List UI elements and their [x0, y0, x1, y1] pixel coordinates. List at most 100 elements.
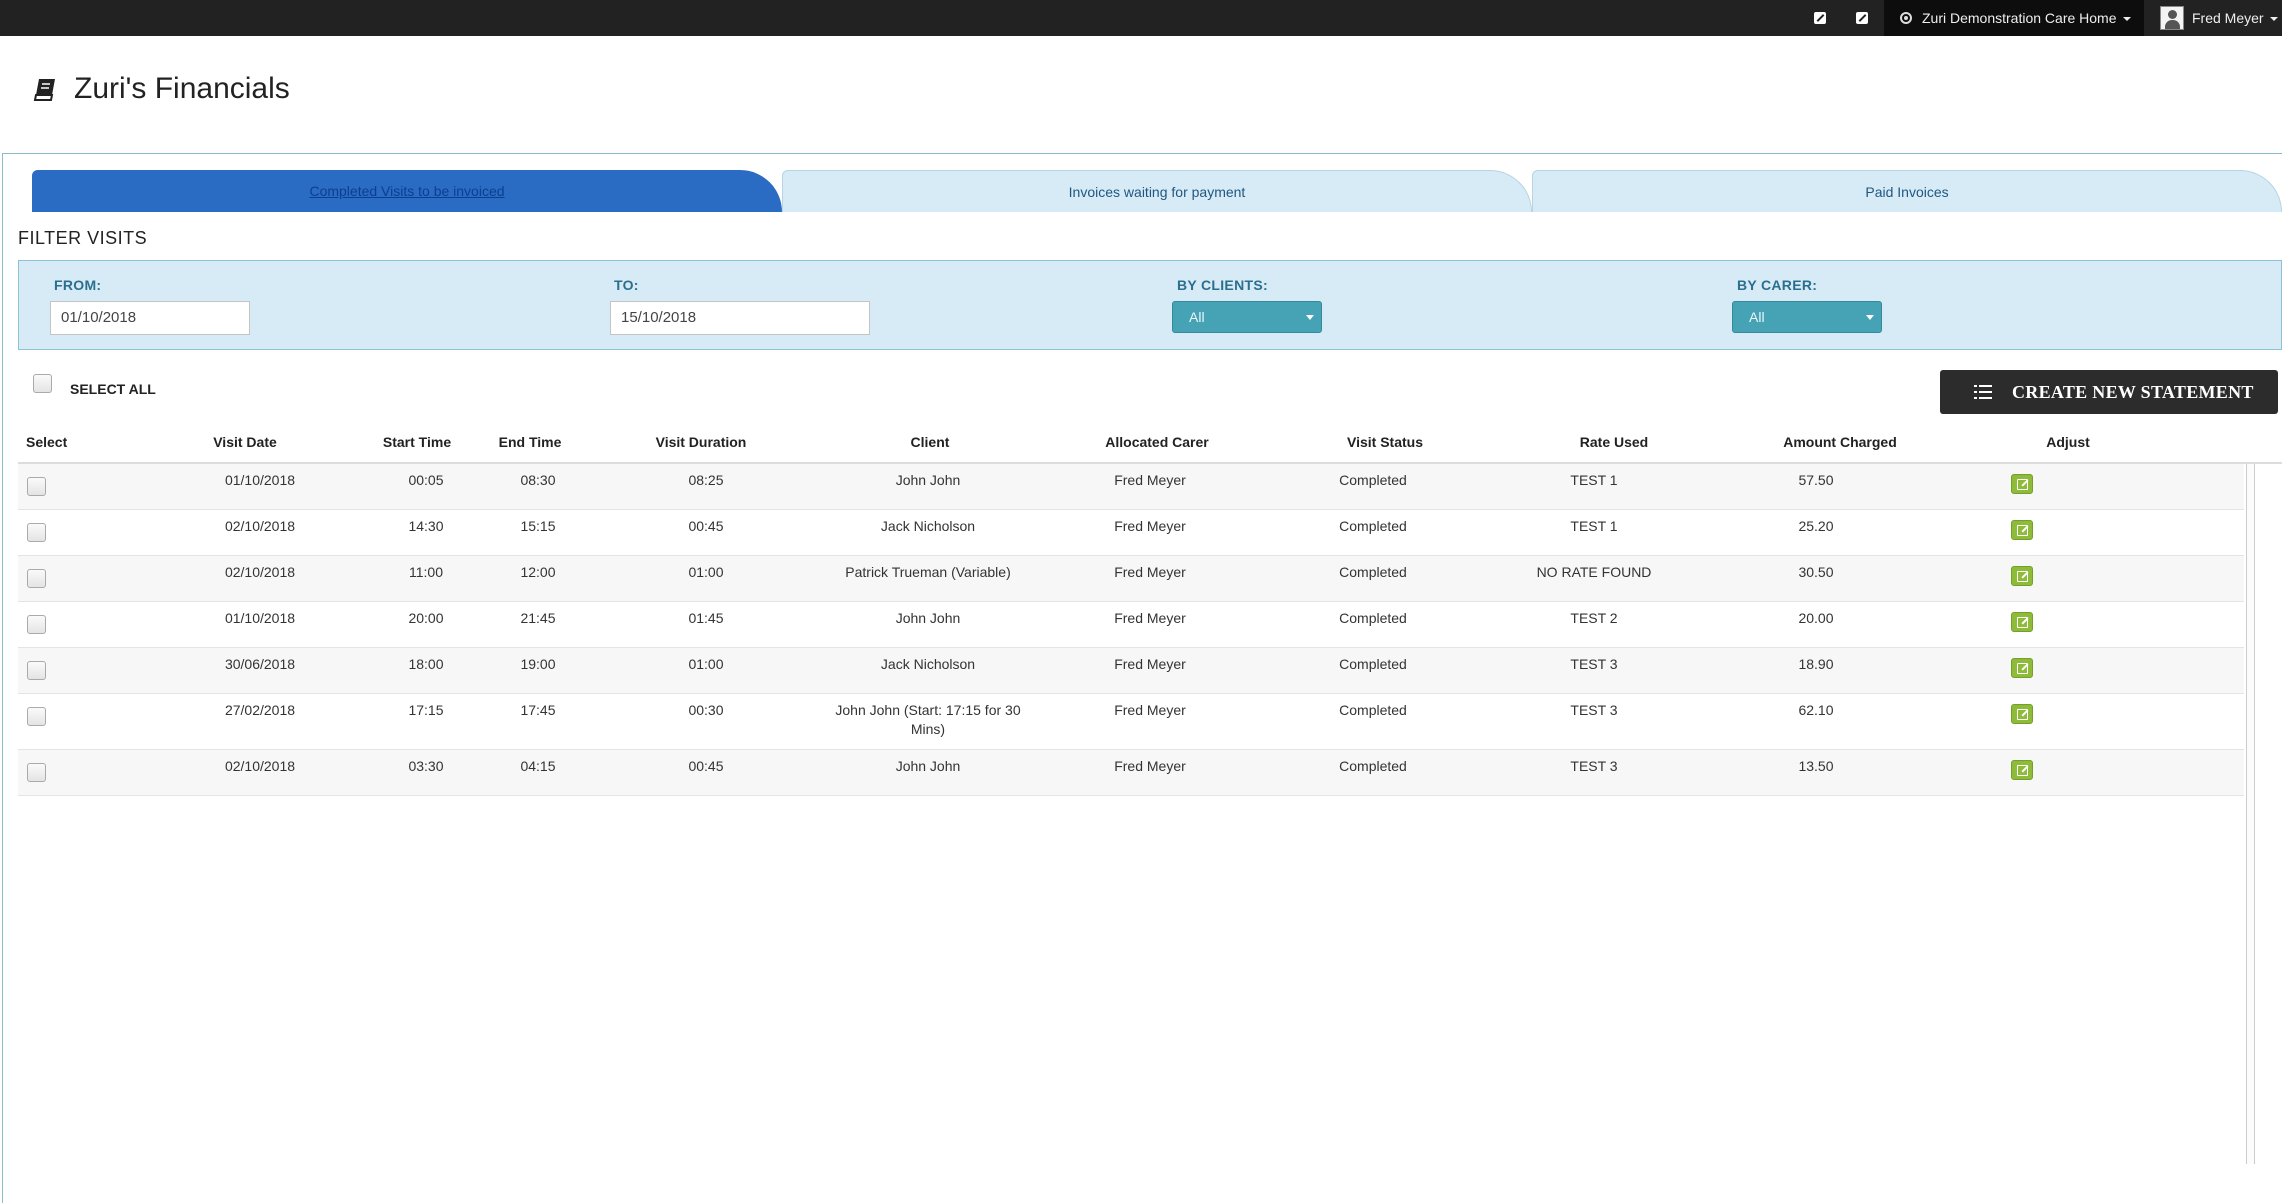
- adjust-edit-icon[interactable]: [2011, 474, 2033, 494]
- caret-down-icon: [2122, 17, 2131, 22]
- column-header-allocated-carer: Allocated Carer: [1105, 434, 1209, 450]
- page-title: Zuri's Financials: [74, 72, 290, 105]
- cell-end-time: 21:45: [520, 610, 556, 626]
- column-header-rate-used: Rate Used: [1579, 434, 1649, 450]
- table-row: 01/10/2018 20:00 21:45 01:45 John John Fred M…: [18, 602, 2244, 648]
- row-select-checkbox[interactable]: [27, 523, 46, 542]
- cell-allocated-carer: Fred Meyer: [1114, 758, 1186, 774]
- cell-visit-date: 02/10/2018: [224, 758, 296, 774]
- cell-visit-date: 27/02/2018: [224, 702, 296, 718]
- column-header-client: Client: [910, 434, 950, 450]
- adjust-edit-icon[interactable]: [2011, 704, 2033, 724]
- table-row: 27/02/2018 17:15 17:45 00:30 John John (Star…: [18, 694, 2244, 750]
- adjust-edit-icon[interactable]: [2011, 520, 2033, 540]
- cell-client: John John (Start: 17:15 for 30 Mins): [835, 702, 1021, 737]
- cell-rate-used: TEST 1: [1570, 472, 1618, 488]
- row-select-checkbox[interactable]: [27, 707, 46, 726]
- cell-amount-charged: 13.50: [1798, 758, 1834, 774]
- carer-select-value: All: [1749, 309, 1765, 325]
- user-name: Fred Meyer: [2192, 10, 2264, 26]
- cell-allocated-carer: Fred Meyer: [1114, 472, 1186, 488]
- cell-start-time: 14:30: [408, 518, 444, 534]
- cell-visit-status: Completed: [1339, 564, 1407, 580]
- cell-visit-duration: 01:45: [688, 610, 724, 626]
- carer-label: BY CARER:: [1737, 277, 1818, 293]
- cell-rate-used: TEST 3: [1570, 758, 1618, 774]
- column-header-visit-duration: Visit Duration: [655, 434, 747, 450]
- tab-paid-invoices[interactable]: Paid Invoices: [1532, 170, 2282, 212]
- column-header-adjust: Adjust: [2046, 434, 2090, 450]
- create-new-statement-button[interactable]: CREATE NEW STATEMENT: [1940, 370, 2278, 414]
- tab-invoices-waiting[interactable]: Invoices waiting for payment: [782, 170, 1532, 212]
- to-label: TO:: [614, 277, 639, 293]
- create-new-statement-label: CREATE NEW STATEMENT: [2012, 382, 2254, 402]
- cell-amount-charged: 20.00: [1798, 610, 1834, 626]
- cell-visit-duration: 00:45: [688, 518, 724, 534]
- table-row: 01/10/2018 00:05 08:30 08:25 John John Fred M…: [18, 464, 2244, 510]
- cell-start-time: 18:00: [408, 656, 444, 672]
- adjust-edit-icon[interactable]: [2011, 760, 2033, 780]
- adjust-edit-icon[interactable]: [2011, 612, 2033, 632]
- care-home-label: Zuri Demonstration Care Home: [1922, 10, 2117, 26]
- edit-icon[interactable]: [1811, 9, 1829, 27]
- clients-select[interactable]: All: [1172, 301, 1322, 333]
- carer-select[interactable]: All: [1732, 301, 1882, 333]
- cell-end-time: 08:30: [520, 472, 556, 488]
- cell-client: Jack Nicholson: [880, 656, 976, 672]
- cell-start-time: 00:05: [408, 472, 444, 488]
- tab-completed-visits[interactable]: Completed Visits to be invoiced: [32, 170, 782, 212]
- to-date-input[interactable]: 15/10/2018: [610, 301, 870, 335]
- column-header-amount-charged: Amount Charged: [1783, 434, 1897, 450]
- cell-rate-used: TEST 1: [1570, 518, 1618, 534]
- avatar: [2160, 6, 2184, 30]
- from-date-input[interactable]: 01/10/2018: [50, 301, 250, 335]
- cell-end-time: 04:15: [520, 758, 556, 774]
- caret-down-icon: [2269, 17, 2278, 22]
- cell-visit-date: 01/10/2018: [224, 472, 296, 488]
- filter-box: FROM: 01/10/2018 TO: 15/10/2018 BY CLIEN…: [18, 260, 2282, 350]
- cell-allocated-carer: Fred Meyer: [1114, 518, 1186, 534]
- cell-visit-status: Completed: [1339, 518, 1407, 534]
- cell-rate-used: TEST 3: [1570, 702, 1618, 718]
- vertical-scrollbar[interactable]: [2246, 464, 2255, 1164]
- select-all-label: SELECT ALL: [70, 381, 156, 397]
- row-select-checkbox[interactable]: [27, 477, 46, 496]
- row-select-checkbox[interactable]: [27, 569, 46, 588]
- cell-visit-date: 02/10/2018: [224, 518, 296, 534]
- cell-client: Jack Nicholson: [880, 518, 976, 534]
- cell-end-time: 12:00: [520, 564, 556, 580]
- cell-visit-duration: 01:00: [688, 564, 724, 580]
- select-all-checkbox[interactable]: [33, 374, 52, 393]
- cell-allocated-carer: Fred Meyer: [1114, 564, 1186, 580]
- cell-start-time: 17:15: [408, 702, 444, 718]
- cell-visit-duration: 08:25: [688, 472, 724, 488]
- cell-visit-status: Completed: [1339, 758, 1407, 774]
- cell-rate-used: NO RATE FOUND: [1536, 564, 1652, 580]
- table-row: 02/10/2018 14:30 15:15 00:45 Jack Nicholson F…: [18, 510, 2244, 556]
- cell-client: John John: [895, 758, 961, 774]
- cell-allocated-carer: Fred Meyer: [1114, 656, 1186, 672]
- cell-amount-charged: 62.10: [1798, 702, 1834, 718]
- cell-client: John John: [895, 610, 961, 626]
- row-select-checkbox[interactable]: [27, 661, 46, 680]
- cell-visit-duration: 01:00: [688, 656, 724, 672]
- cell-start-time: 03:30: [408, 758, 444, 774]
- cell-visit-status: Completed: [1339, 472, 1407, 488]
- caret-down-icon: [1866, 315, 1874, 320]
- cell-amount-charged: 18.90: [1798, 656, 1834, 672]
- edit-icon[interactable]: [1853, 9, 1871, 27]
- row-select-checkbox[interactable]: [27, 615, 46, 634]
- adjust-edit-icon[interactable]: [2011, 566, 2033, 586]
- cell-allocated-carer: Fred Meyer: [1114, 702, 1186, 718]
- cell-rate-used: TEST 2: [1570, 610, 1618, 626]
- care-home-dropdown[interactable]: Zuri Demonstration Care Home: [1884, 0, 2144, 36]
- cell-allocated-carer: Fred Meyer: [1114, 610, 1186, 626]
- from-label: FROM:: [54, 277, 102, 293]
- cell-start-time: 20:00: [408, 610, 444, 626]
- cell-visit-duration: 00:45: [688, 758, 724, 774]
- column-header-select: Select: [26, 434, 68, 450]
- cell-visit-date: 01/10/2018: [224, 610, 296, 626]
- adjust-edit-icon[interactable]: [2011, 658, 2033, 678]
- row-select-checkbox[interactable]: [27, 763, 46, 782]
- cell-visit-status: Completed: [1339, 702, 1407, 718]
